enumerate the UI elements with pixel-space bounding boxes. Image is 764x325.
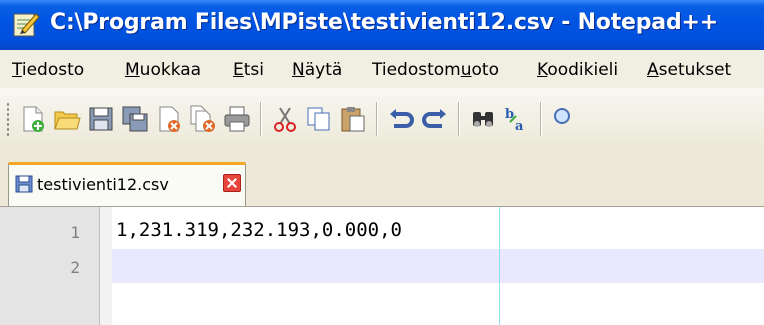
new-file-icon[interactable] (18, 104, 48, 134)
zoom-icon[interactable] (550, 104, 580, 134)
redo-icon[interactable] (420, 104, 450, 134)
menu-asetukset[interactable]: Asetukset (647, 60, 731, 80)
notepad-plus-plus-icon[interactable] (12, 10, 40, 38)
saved-file-icon (15, 175, 33, 193)
menu-nayta[interactable]: Näytä (292, 60, 342, 80)
toolbar-separator (260, 102, 262, 136)
window-title: C:\Program Files\MPiste\testivienti12.cs… (50, 10, 718, 35)
toolbar-separator (458, 102, 460, 136)
print-icon[interactable] (222, 104, 252, 134)
menu-tiedostomuoto[interactable]: Tiedostomuoto (372, 60, 499, 80)
title-bar: C:\Program Files\MPiste\testivienti12.cs… (0, 0, 764, 50)
copy-icon[interactable] (304, 104, 334, 134)
tab-testivienti12[interactable]: testivienti12.csv (8, 162, 246, 206)
menu-koodikieli[interactable]: Koodikieli (537, 60, 618, 80)
open-file-icon[interactable] (52, 104, 82, 134)
toolbar-grip[interactable] (6, 102, 10, 136)
cut-icon[interactable] (270, 104, 300, 134)
replace-icon[interactable]: b a (502, 104, 532, 134)
menu-muokkaa[interactable]: Muokkaa (125, 60, 201, 80)
tab-strip: testivienti12.csv (0, 150, 764, 206)
toolbar-separator (540, 102, 542, 136)
svg-text:a: a (515, 119, 524, 134)
menu-etsi[interactable]: Etsi (233, 60, 264, 80)
save-icon[interactable] (86, 104, 116, 134)
undo-icon[interactable] (386, 104, 416, 134)
menu-tiedosto[interactable]: Tiedosto (12, 60, 84, 80)
line-number: 1 (70, 223, 80, 242)
menu-bar: Tiedosto Muokkaa Etsi Näytä Tiedostomuot… (0, 50, 764, 89)
edge-column-line (499, 207, 500, 325)
tab-label: testivienti12.csv (37, 175, 169, 194)
tab-close-icon[interactable] (223, 174, 241, 192)
current-line-highlight (112, 249, 764, 283)
toolbar-separator (376, 102, 378, 136)
fold-margin[interactable] (100, 207, 112, 325)
find-icon[interactable] (468, 104, 498, 134)
code-line[interactable]: 1,231.319,232.193,0.000,0 (116, 219, 402, 241)
toolbar: b a (0, 88, 764, 151)
save-all-icon[interactable] (120, 104, 150, 134)
paste-icon[interactable] (338, 104, 368, 134)
editor[interactable]: 1 2 1,231.319,232.193,0.000,0 (0, 206, 764, 325)
close-all-icon[interactable] (188, 104, 218, 134)
close-icon[interactable] (154, 104, 184, 134)
line-number: 2 (70, 258, 80, 277)
